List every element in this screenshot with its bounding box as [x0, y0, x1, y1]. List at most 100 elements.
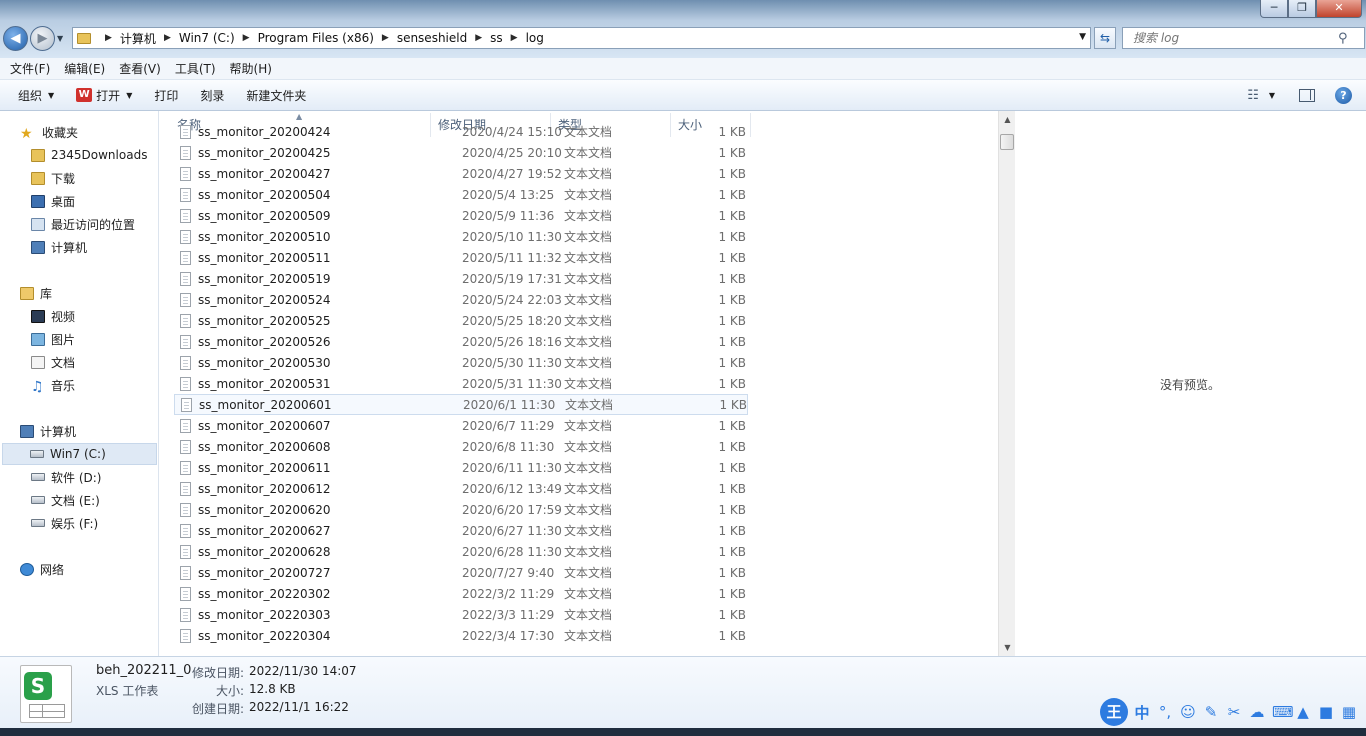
file-row[interactable]: ss_monitor_20200727 2020/7/27 9:40 文本文档 1 K…: [174, 562, 748, 583]
nav-network[interactable]: 网络: [20, 558, 64, 580]
breadcrumb-computer[interactable]: 计算机: [120, 30, 156, 47]
nav-drive-e[interactable]: 文档 (E:): [31, 489, 100, 511]
chevron-right-icon[interactable]: ▶: [511, 33, 518, 43]
scroll-down-icon[interactable]: ▼: [999, 639, 1016, 656]
chevron-down-icon[interactable]: ▼: [1269, 91, 1275, 100]
chevron-right-icon[interactable]: ▶: [475, 33, 482, 43]
menu-tools[interactable]: 工具(T): [175, 60, 216, 77]
ime-mode-toggle[interactable]: 中: [1134, 702, 1150, 723]
menu-file[interactable]: 文件(F): [10, 60, 50, 77]
nav-drive-d[interactable]: 软件 (D:): [31, 466, 101, 488]
file-row[interactable]: ss_monitor_20200519 2020/5/19 17:31 文本文档 1 …: [174, 268, 748, 289]
file-row[interactable]: ss_monitor_20220304 2022/3/4 17:30 文本文档 1 K…: [174, 625, 748, 646]
nav-favorites[interactable]: ★ 收藏夹: [20, 121, 78, 143]
close-button[interactable]: ✕: [1316, 0, 1362, 18]
vertical-scrollbar[interactable]: ▲ ▼: [998, 111, 1015, 656]
file-row[interactable]: ss_monitor_20200607 2020/6/7 11:29 文本文档 1 K…: [174, 415, 748, 436]
search-input[interactable]: [1123, 31, 1338, 45]
file-row[interactable]: ss_monitor_20200620 2020/6/20 17:59 文本文档 1 …: [174, 499, 748, 520]
chevron-right-icon[interactable]: ▶: [105, 33, 112, 43]
settings-grid-icon[interactable]: ▦: [1341, 703, 1357, 721]
breadcrumb-senseshield[interactable]: senseshield: [397, 31, 467, 45]
file-row[interactable]: ss_monitor_20200530 2020/5/30 11:30 文本文档 1 …: [174, 352, 748, 373]
file-row[interactable]: ss_monitor_20200504 2020/5/4 13:25 文本文档 1 K…: [174, 184, 748, 205]
preview-pane-icon[interactable]: [1299, 89, 1315, 102]
scroll-thumb[interactable]: [1000, 134, 1014, 150]
punctuation-icon[interactable]: °,: [1157, 703, 1173, 721]
breadcrumb-log[interactable]: log: [526, 31, 544, 45]
file-row[interactable]: ss_monitor_20200509 2020/5/9 11:36 文本文档 1 K…: [174, 205, 748, 226]
nav-libraries[interactable]: 库: [20, 282, 52, 304]
file-row[interactable]: ss_monitor_20200627 2020/6/27 11:30 文本文档 1 …: [174, 520, 748, 541]
menu-view[interactable]: 查看(V): [119, 60, 161, 77]
file-row[interactable]: ss_monitor_20200608 2020/6/8 11:30 文本文档 1 K…: [174, 436, 748, 457]
chevron-down-icon[interactable]: ▼: [126, 91, 132, 100]
shirt-icon[interactable]: ■: [1318, 703, 1334, 721]
text-file-icon: [181, 397, 192, 412]
back-button[interactable]: ◀: [3, 26, 28, 51]
burn-button[interactable]: 刻录: [200, 87, 224, 104]
scroll-up-icon[interactable]: ▲: [999, 111, 1016, 128]
menu-edit[interactable]: 编辑(E): [64, 60, 105, 77]
maximize-button[interactable]: ❐: [1288, 0, 1316, 18]
organize-button[interactable]: 组织 ▼: [18, 87, 54, 104]
nav-drive-c[interactable]: Win7 (C:): [2, 443, 157, 465]
recent-pages-dropdown[interactable]: ▼: [57, 34, 63, 43]
file-row[interactable]: ss_monitor_20200611 2020/6/11 11:30 文本文档 1 …: [174, 457, 748, 478]
refresh-button[interactable]: ⇆: [1094, 27, 1116, 49]
nav-drive-f[interactable]: 娱乐 (F:): [31, 512, 98, 534]
file-row[interactable]: ss_monitor_20200525 2020/5/25 18:20 文本文档 1 …: [174, 310, 748, 331]
file-row[interactable]: ss_monitor_20200612 2020/6/12 13:49 文本文档 1 …: [174, 478, 748, 499]
file-row[interactable]: ss_monitor_20200601 2020/6/1 11:30 文本文档 1 K…: [174, 394, 748, 415]
nav-fav-computer[interactable]: 计算机: [31, 236, 87, 258]
address-bar[interactable]: ▶ 计算机 ▶ Win7 (C:) ▶ Program Files (x86) …: [72, 27, 1091, 49]
handwriting-icon[interactable]: ✎: [1203, 703, 1219, 721]
search-icon[interactable]: ⚲: [1338, 31, 1348, 46]
file-row[interactable]: ss_monitor_20200524 2020/5/24 22:03 文本文档 1 …: [174, 289, 748, 310]
breadcrumb-drive-c[interactable]: Win7 (C:): [179, 31, 235, 45]
open-button[interactable]: W 打开 ▼: [76, 87, 132, 104]
file-row[interactable]: ss_monitor_20200531 2020/5/31 11:30 文本文档 1 …: [174, 373, 748, 394]
file-row[interactable]: ss_monitor_20200424 2020/4/24 15:10 文本文档 1 …: [174, 121, 748, 142]
ime-logo-icon[interactable]: 王: [1100, 698, 1128, 726]
file-size: 1 KB: [718, 376, 746, 391]
cloud-icon[interactable]: ☁: [1249, 703, 1265, 721]
file-row[interactable]: ss_monitor_20200511 2020/5/11 11:32 文本文档 1 …: [174, 247, 748, 268]
nav-computer[interactable]: 计算机: [20, 420, 76, 442]
nav-downloads[interactable]: 下载: [31, 167, 75, 189]
help-icon[interactable]: ?: [1335, 87, 1352, 104]
file-row[interactable]: ss_monitor_20220302 2022/3/2 11:29 文本文档 1 K…: [174, 583, 748, 604]
nav-documents[interactable]: 文档: [31, 351, 75, 373]
minimize-button[interactable]: ─: [1260, 0, 1288, 18]
breadcrumb-ss[interactable]: ss: [490, 31, 503, 45]
file-row[interactable]: ss_monitor_20220303 2022/3/3 11:29 文本文档 1 K…: [174, 604, 748, 625]
nav-music[interactable]: ♫ 音乐: [31, 374, 75, 396]
scissors-icon[interactable]: ✂: [1226, 703, 1242, 721]
nav-desktop[interactable]: 桌面: [31, 190, 75, 212]
nav-2345downloads[interactable]: 2345Downloads: [31, 144, 147, 166]
chevron-right-icon[interactable]: ▶: [243, 33, 250, 43]
nav-videos[interactable]: 视频: [31, 305, 75, 327]
new-folder-label: 新建文件夹: [246, 88, 307, 103]
skin-icon[interactable]: ▲: [1295, 703, 1311, 721]
menu-help[interactable]: 帮助(H): [230, 60, 272, 77]
emoji-icon[interactable]: ☺: [1180, 703, 1196, 721]
new-folder-button[interactable]: 新建文件夹: [246, 87, 306, 104]
file-row[interactable]: ss_monitor_20200510 2020/5/10 11:30 文本文档 1 …: [174, 226, 748, 247]
view-options-icon[interactable]: ☷: [1247, 88, 1259, 103]
keyboard-icon[interactable]: ⌨: [1272, 703, 1294, 721]
nav-recent-places[interactable]: 最近访问的位置: [31, 213, 135, 235]
file-row[interactable]: ss_monitor_20200425 2020/4/25 20:10 文本文档 1 …: [174, 142, 748, 163]
forward-button[interactable]: ▶: [30, 26, 55, 51]
print-button[interactable]: 打印: [154, 87, 178, 104]
chevron-down-icon[interactable]: ▼: [1079, 32, 1086, 42]
file-date: 2020/6/12 13:49: [462, 481, 562, 496]
breadcrumb-program-files[interactable]: Program Files (x86): [258, 31, 374, 45]
chevron-right-icon[interactable]: ▶: [382, 33, 389, 43]
text-file-icon: [180, 502, 191, 517]
file-row[interactable]: ss_monitor_20200427 2020/4/27 19:52 文本文档 1 …: [174, 163, 748, 184]
file-row[interactable]: ss_monitor_20200526 2020/5/26 18:16 文本文档 1 …: [174, 331, 748, 352]
chevron-right-icon[interactable]: ▶: [164, 33, 171, 43]
nav-pictures[interactable]: 图片: [31, 328, 75, 350]
file-row[interactable]: ss_monitor_20200628 2020/6/28 11:30 文本文档 1 …: [174, 541, 748, 562]
